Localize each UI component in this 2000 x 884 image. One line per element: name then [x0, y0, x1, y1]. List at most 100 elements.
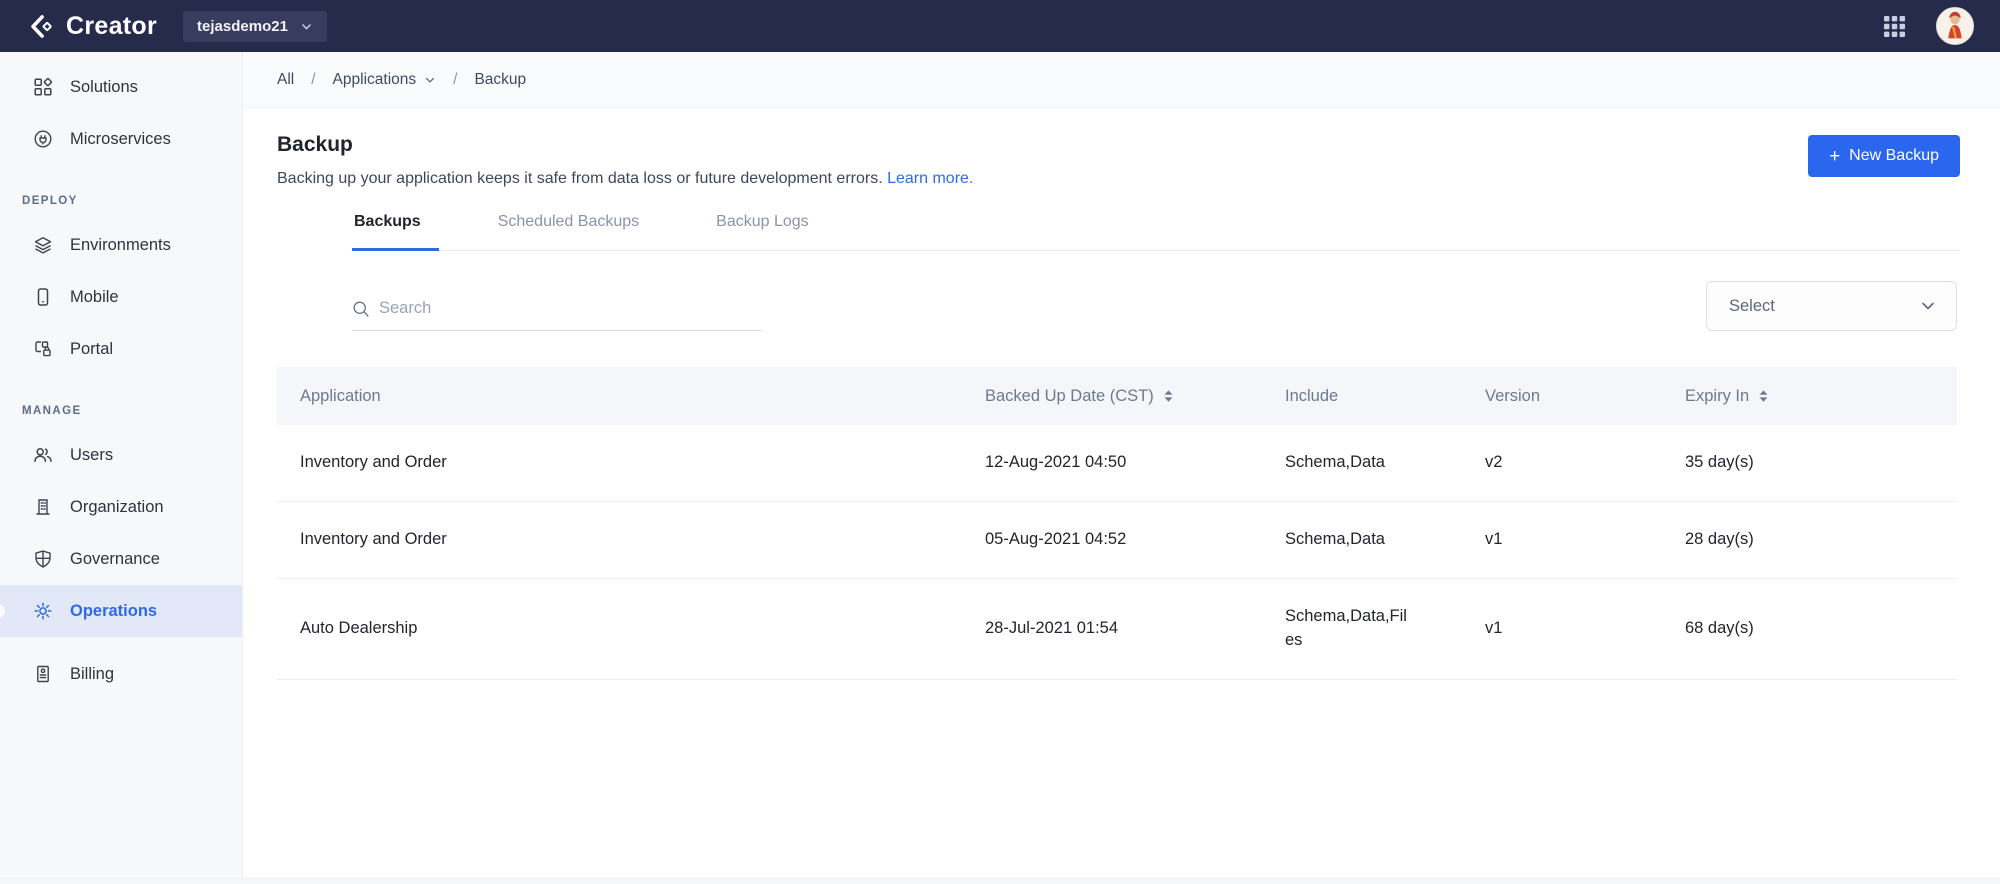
- environments-icon: [33, 235, 53, 255]
- breadcrumb-backup: Backup: [474, 71, 526, 89]
- sidebar-item-label: Operations: [70, 602, 157, 621]
- sidebar-item-environments[interactable]: Environments: [0, 219, 242, 271]
- column-label: Backed Up Date (CST): [985, 387, 1154, 406]
- cell-version: v2: [1485, 427, 1685, 498]
- backups-table: Application Backed Up Date (CST) Include: [277, 367, 1957, 680]
- table-header-row: Application Backed Up Date (CST) Include: [277, 367, 1957, 425]
- breadcrumb-separator: /: [453, 71, 457, 89]
- column-header-version: Version: [1485, 387, 1685, 406]
- sidebar-item-operations[interactable]: Operations: [0, 585, 242, 637]
- users-icon: [33, 445, 53, 465]
- cell-expiry-in: 28 day(s): [1685, 504, 1957, 575]
- sidebar-item-portal[interactable]: Portal: [0, 323, 242, 375]
- sidebar-item-organization[interactable]: Organization: [0, 481, 242, 533]
- page-title: Backup: [277, 133, 973, 157]
- cell-include: Schema,Data: [1285, 425, 1485, 501]
- page-description: Backing up your application keeps it saf…: [277, 170, 973, 188]
- sidebar-item-label: Billing: [70, 665, 114, 684]
- column-header-backed-up-date[interactable]: Backed Up Date (CST): [985, 387, 1285, 406]
- sidebar-item-label: Environments: [70, 236, 171, 255]
- cell-include: Schema,Data: [1285, 502, 1485, 578]
- cell-expiry-in: 68 day(s): [1685, 593, 1957, 664]
- table-row[interactable]: Inventory and Order 05-Aug-2021 04:52 Sc…: [277, 502, 1957, 579]
- column-label: Version: [1485, 387, 1540, 406]
- microservices-icon: [33, 129, 53, 149]
- sidebar-item-solutions[interactable]: Solutions: [0, 61, 242, 113]
- include-value: Schema,Data,Files: [1285, 605, 1413, 653]
- creator-backup-screen: Creator tejasdemo21: [0, 0, 2000, 884]
- apps-grid-icon[interactable]: [1883, 15, 1906, 38]
- cell-version: v1: [1485, 504, 1685, 575]
- include-value: Schema,Data: [1285, 528, 1385, 552]
- breadcrumb: All / Applications / Backup: [243, 52, 2000, 108]
- sidebar-section-manage: MANAGE: [0, 375, 242, 429]
- chevron-down-icon: [300, 20, 313, 33]
- page-header: Backup Backing up your application keeps…: [243, 108, 2000, 188]
- workspace-switcher[interactable]: tejasdemo21: [183, 11, 327, 42]
- brand-name: Creator: [66, 12, 157, 41]
- table-row[interactable]: Inventory and Order 12-Aug-2021 04:50 Sc…: [277, 425, 1957, 502]
- cell-application: Inventory and Order: [277, 504, 985, 575]
- mobile-icon: [33, 287, 53, 307]
- new-backup-button[interactable]: + New Backup: [1808, 135, 1960, 177]
- sidebar-item-label: Portal: [70, 340, 113, 359]
- sidebar-item-users[interactable]: Users: [0, 429, 242, 481]
- table-row[interactable]: Auto Dealership 28-Jul-2021 01:54 Schema…: [277, 579, 1957, 680]
- cell-backed-up-date: 05-Aug-2021 04:52: [985, 504, 1285, 575]
- tab-backup-logs[interactable]: Backup Logs: [714, 213, 827, 251]
- organization-icon: [33, 497, 53, 517]
- tab-backups[interactable]: Backups: [352, 213, 439, 251]
- breadcrumb-separator: /: [311, 71, 315, 89]
- sort-icon[interactable]: [1163, 389, 1174, 403]
- table-body: Inventory and Order 12-Aug-2021 04:50 Sc…: [277, 425, 1957, 680]
- column-label: Include: [1285, 387, 1338, 406]
- cell-include: Schema,Data,Files: [1285, 579, 1485, 679]
- search-input[interactable]: [379, 299, 762, 318]
- column-label: Expiry In: [1685, 387, 1749, 406]
- cell-version: v1: [1485, 593, 1685, 664]
- sidebar-item-label: Governance: [70, 550, 160, 569]
- breadcrumb-applications[interactable]: Applications: [333, 71, 437, 89]
- sidebar: Solutions Microservices DEPLOY: [0, 52, 243, 878]
- cell-backed-up-date: 28-Jul-2021 01:54: [985, 593, 1285, 664]
- select-dropdown[interactable]: Select: [1706, 281, 1957, 331]
- main-content: All / Applications / Backup Backup Backi…: [243, 52, 2000, 878]
- backup-tabs: Backups Scheduled Backups Backup Logs: [352, 213, 1960, 251]
- sidebar-item-label: Organization: [70, 498, 164, 517]
- breadcrumb-all[interactable]: All: [277, 71, 294, 89]
- learn-more-link[interactable]: Learn more.: [887, 170, 973, 187]
- sidebar-item-label: Mobile: [70, 288, 119, 307]
- cell-backed-up-date: 12-Aug-2021 04:50: [985, 427, 1285, 498]
- page-description-text: Backing up your application keeps it saf…: [277, 170, 883, 187]
- sidebar-item-label: Microservices: [70, 130, 171, 149]
- sidebar-item-label: Users: [70, 446, 113, 465]
- include-value: Schema,Data: [1285, 451, 1385, 475]
- bottom-edge-strip: [0, 878, 2000, 884]
- new-backup-button-label: New Backup: [1849, 147, 1939, 165]
- sort-icon[interactable]: [1758, 389, 1769, 403]
- chevron-down-icon: [1920, 298, 1936, 314]
- sidebar-item-billing[interactable]: Billing: [0, 648, 242, 700]
- sidebar-collapse-handle[interactable]: [0, 603, 6, 619]
- portal-icon: [33, 339, 53, 359]
- creator-logo-icon: [28, 13, 55, 40]
- operations-gear-icon: [33, 601, 53, 621]
- plus-icon: +: [1829, 147, 1840, 166]
- sidebar-item-governance[interactable]: Governance: [0, 533, 242, 585]
- search-box[interactable]: [352, 299, 762, 331]
- solutions-icon: [33, 77, 53, 97]
- tab-scheduled-backups[interactable]: Scheduled Backups: [496, 213, 657, 251]
- filter-row: Select: [352, 281, 1957, 331]
- column-header-include: Include: [1285, 387, 1485, 406]
- user-avatar[interactable]: [1936, 7, 1974, 45]
- column-header-expiry-in[interactable]: Expiry In: [1685, 387, 1957, 406]
- column-header-application: Application: [277, 387, 985, 406]
- search-icon: [352, 300, 370, 318]
- cell-expiry-in: 35 day(s): [1685, 427, 1957, 498]
- sidebar-item-mobile[interactable]: Mobile: [0, 271, 242, 323]
- breadcrumb-applications-label: Applications: [333, 71, 417, 89]
- sidebar-item-microservices[interactable]: Microservices: [0, 113, 242, 165]
- billing-icon: [33, 664, 53, 684]
- creator-brand[interactable]: Creator: [28, 12, 157, 41]
- workspace-name: tejasdemo21: [197, 18, 288, 35]
